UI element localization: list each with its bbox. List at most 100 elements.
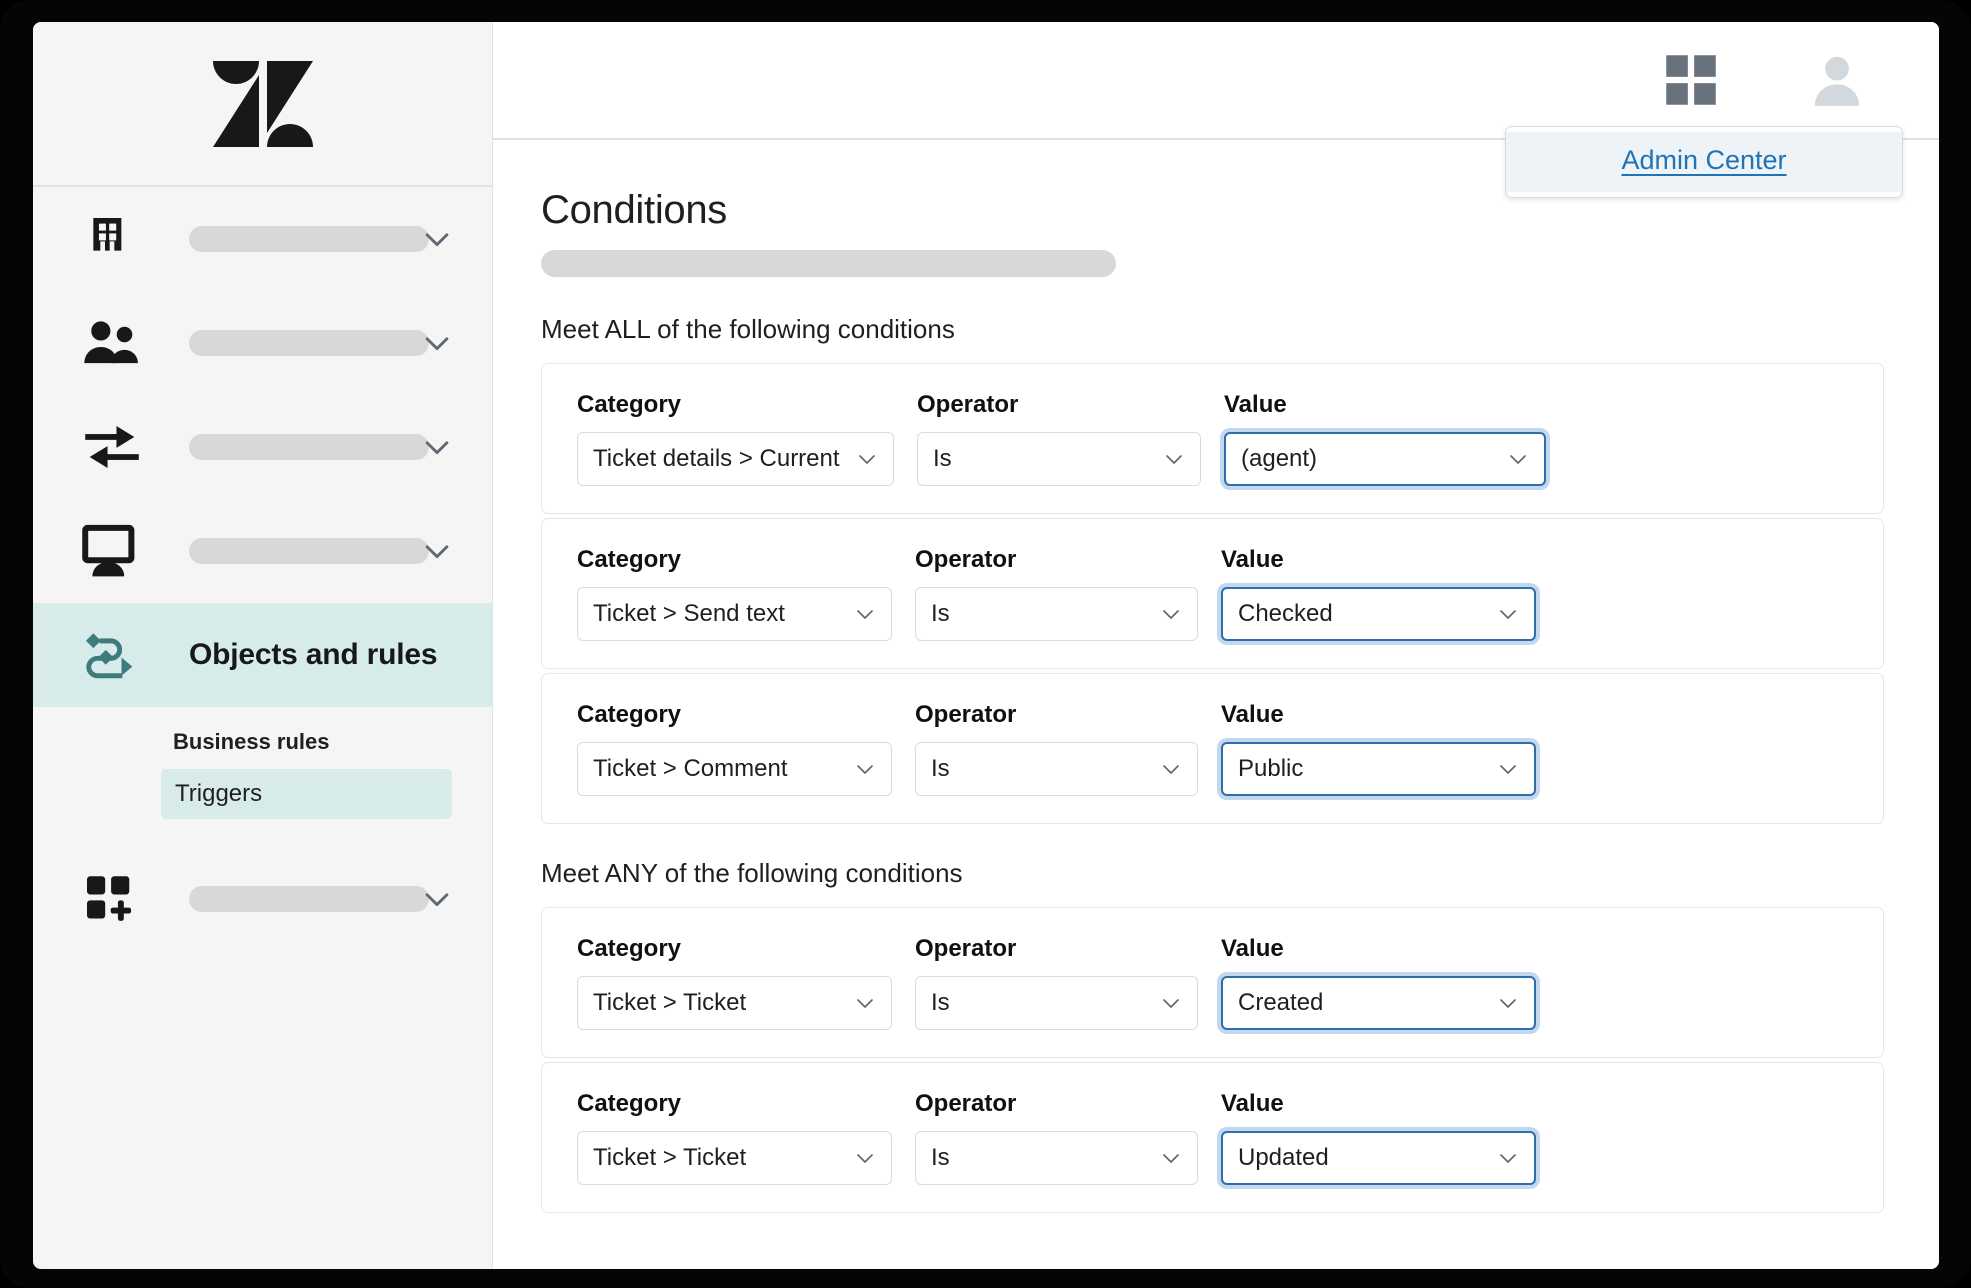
field-label-category: Category xyxy=(577,546,682,573)
chevron-down-icon xyxy=(1162,447,1186,471)
condition-card: Category Ticket > Ticket Operator Is Val… xyxy=(541,907,1884,1058)
chevron-down-icon xyxy=(1159,1146,1183,1170)
field-category: Category Ticket > Ticket xyxy=(577,935,892,1030)
category-select-value: Ticket > Ticket xyxy=(593,989,747,1016)
value-select[interactable]: Checked xyxy=(1221,587,1536,641)
field-label-value: Value xyxy=(1221,546,1284,573)
field-label-operator: Operator xyxy=(915,546,1017,573)
main-area: Admin Center Conditions Meet ALL of the … xyxy=(493,22,1939,1269)
chevron-down-icon[interactable] xyxy=(420,326,454,360)
admin-center-link[interactable]: Admin Center xyxy=(1621,145,1786,175)
field-category: Category Ticket > Send text xyxy=(577,546,892,641)
chevron-down-icon[interactable] xyxy=(420,534,454,568)
chevron-down-icon xyxy=(853,1146,877,1170)
field-operator: Operator Is xyxy=(915,935,1198,1030)
category-select[interactable]: Ticket > Comment xyxy=(577,742,892,796)
field-category: Category Ticket details > Current user xyxy=(577,391,894,486)
field-operator: Operator Is xyxy=(915,546,1198,641)
building-icon xyxy=(81,208,143,270)
chevron-down-icon xyxy=(855,447,879,471)
chevron-down-icon xyxy=(853,602,877,626)
dropdown-item-admin-center[interactable]: Admin Center xyxy=(1506,132,1902,192)
chevron-down-icon xyxy=(1159,991,1183,1015)
field-category: Category Ticket > Ticket xyxy=(577,1090,892,1185)
sidebar-item-triggers[interactable]: Triggers xyxy=(161,769,452,819)
chevron-down-icon xyxy=(1496,1146,1520,1170)
operator-select-value: Is xyxy=(933,445,952,472)
field-label-operator: Operator xyxy=(917,391,1019,418)
channels-arrows-icon xyxy=(81,416,143,478)
operator-select-value: Is xyxy=(931,600,950,627)
sidebar-group-label: Objects and rules xyxy=(189,638,438,671)
category-select-value: Ticket details > Current user xyxy=(593,445,845,472)
sidebar-group-people[interactable] xyxy=(33,291,492,395)
field-label-operator: Operator xyxy=(915,935,1017,962)
field-value: Value Public xyxy=(1221,701,1536,796)
value-select[interactable]: (agent) xyxy=(1224,432,1546,486)
brand-header xyxy=(33,22,492,187)
sidebar-label-placeholder xyxy=(189,226,429,252)
sidebar-group-account[interactable] xyxy=(33,187,492,291)
operator-select[interactable]: Is xyxy=(917,432,1201,486)
field-label-operator: Operator xyxy=(915,701,1017,728)
sidebar-group-workspaces[interactable] xyxy=(33,499,492,603)
sidebar-label-placeholder xyxy=(189,330,429,356)
products-grid-icon[interactable] xyxy=(1664,53,1718,107)
user-avatar-icon[interactable] xyxy=(1806,49,1868,111)
condition-card: Category Ticket > Comment Operator Is Va… xyxy=(541,673,1884,824)
value-select[interactable]: Updated xyxy=(1221,1131,1536,1185)
value-select-value: Public xyxy=(1238,755,1304,782)
field-label-category: Category xyxy=(577,391,682,418)
sidebar-subheader-business-rules: Business rules xyxy=(173,729,330,754)
value-select-value: Updated xyxy=(1238,1144,1329,1171)
field-label-operator: Operator xyxy=(915,1090,1017,1117)
products-dropdown-panel: Admin Center xyxy=(1505,126,1903,198)
sidebar-group-objects-and-rules[interactable]: Objects and rules xyxy=(33,603,492,707)
group-label-all: Meet ALL of the following conditions xyxy=(541,314,955,344)
condition-card: Category Ticket > Ticket Operator Is Val… xyxy=(541,1062,1884,1213)
field-label-value: Value xyxy=(1221,701,1284,728)
operator-select[interactable]: Is xyxy=(915,587,1198,641)
zendesk-admin-app: Objects and rules Business rules Trigger… xyxy=(33,22,1939,1269)
value-select-value: Created xyxy=(1238,989,1324,1016)
chevron-down-icon[interactable] xyxy=(420,222,454,256)
top-bar xyxy=(493,22,1939,140)
chevron-down-icon xyxy=(1159,757,1183,781)
sidebar: Objects and rules Business rules Trigger… xyxy=(33,22,493,1269)
chevron-down-icon[interactable] xyxy=(420,430,454,464)
sidebar-group-channels[interactable] xyxy=(33,395,492,499)
chevron-down-icon xyxy=(853,991,877,1015)
operator-select-value: Is xyxy=(931,989,950,1016)
operator-select[interactable]: Is xyxy=(915,1131,1198,1185)
field-label-value: Value xyxy=(1224,391,1287,418)
field-label-value: Value xyxy=(1221,935,1284,962)
category-select-value: Ticket > Send text xyxy=(593,600,785,627)
chevron-down-icon[interactable] xyxy=(420,882,454,916)
field-label-category: Category xyxy=(577,1090,682,1117)
value-select[interactable]: Public xyxy=(1221,742,1536,796)
operator-select[interactable]: Is xyxy=(915,976,1198,1030)
conditions-content: Conditions Meet ALL of the following con… xyxy=(493,140,1939,1269)
operator-select-value: Is xyxy=(931,1144,950,1171)
zendesk-logo xyxy=(212,60,313,147)
chevron-down-icon xyxy=(1496,757,1520,781)
condition-card: Category Ticket details > Current user O… xyxy=(541,363,1884,514)
chevron-down-icon xyxy=(1159,602,1183,626)
field-label-value: Value xyxy=(1221,1090,1284,1117)
category-select[interactable]: Ticket > Ticket xyxy=(577,1131,892,1185)
category-select-value: Ticket > Comment xyxy=(593,755,788,782)
field-value: Value (agent) xyxy=(1224,391,1546,486)
sidebar-group-apps[interactable] xyxy=(33,847,492,951)
objects-rules-icon xyxy=(81,624,143,686)
category-select-value: Ticket > Ticket xyxy=(593,1144,747,1171)
category-select[interactable]: Ticket > Ticket xyxy=(577,976,892,1030)
title-description-placeholder xyxy=(541,250,1116,277)
operator-select[interactable]: Is xyxy=(915,742,1198,796)
condition-card: Category Ticket > Send text Operator Is xyxy=(541,518,1884,669)
field-value: Value Checked xyxy=(1221,546,1536,641)
field-label-category: Category xyxy=(577,935,682,962)
value-select[interactable]: Created xyxy=(1221,976,1536,1030)
category-select[interactable]: Ticket > Send text xyxy=(577,587,892,641)
sidebar-subsection-business-rules: Business rules Triggers xyxy=(33,707,492,819)
category-select[interactable]: Ticket details > Current user xyxy=(577,432,894,486)
